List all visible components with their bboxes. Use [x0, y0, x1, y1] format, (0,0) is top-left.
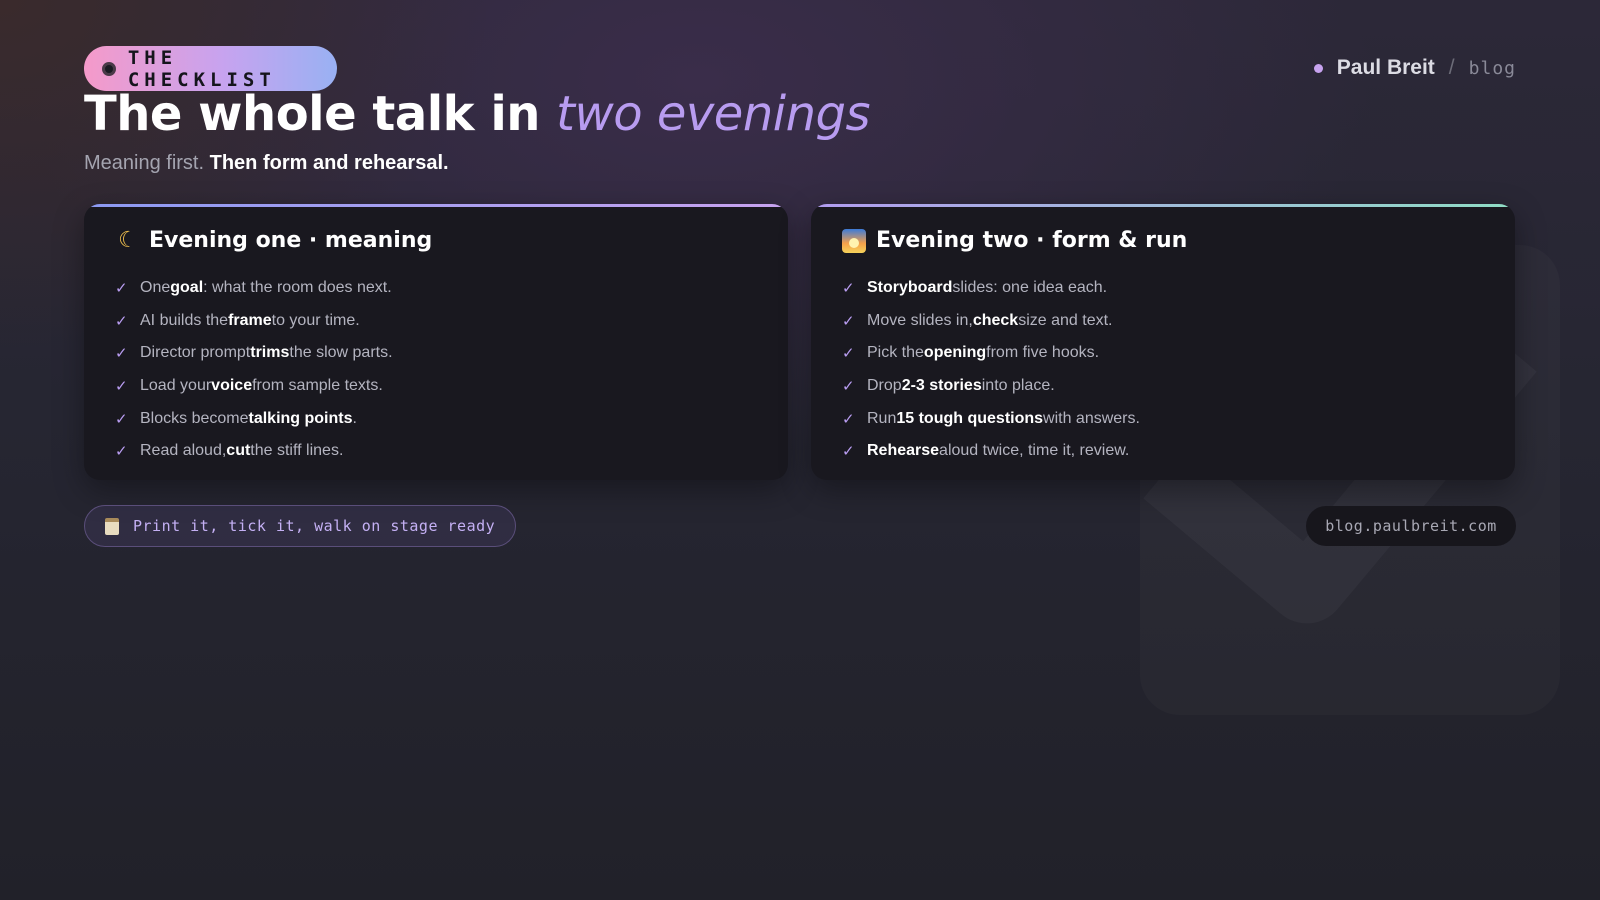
checklist-item: ✓ AI builds the frame to your time.: [115, 311, 360, 330]
check-icon: ✓: [842, 410, 855, 428]
checklist-tag: THE CHECKLIST: [84, 46, 337, 91]
check-icon: ✓: [842, 378, 855, 396]
check-icon: ✓: [115, 443, 128, 461]
title-accent: two evenings: [556, 86, 870, 142]
blog-url-link[interactable]: blog.paulbreit.com: [1306, 506, 1516, 546]
checklist-item: ✓ One goal: what the room does next.: [115, 279, 392, 298]
page-title: The whole talk in two evenings: [84, 86, 870, 142]
check-icon: ✓: [842, 280, 855, 298]
check-icon: ✓: [115, 410, 128, 428]
clipboard-icon: [105, 517, 119, 535]
brand-dot-icon: [1313, 63, 1323, 73]
tag-dot-icon: [102, 61, 116, 76]
check-icon: ✓: [115, 378, 128, 396]
brand-section: blog: [1468, 57, 1516, 79]
checklist-item: ✓ Drop 2-3 stories into place.: [842, 377, 1055, 396]
checklist: ✓ Storyboard slides: one idea each. ✓ Move…: [842, 272, 1140, 468]
card-evening-one: ☾ Evening one · meaning ✓ One goal: what …: [84, 204, 788, 480]
card-heading-text: Evening two · form & run: [876, 228, 1188, 253]
card-heading-text: Evening one · meaning: [149, 228, 433, 253]
checklist-item: ✓ Blocks become talking points.: [115, 409, 357, 428]
brand-separator: /: [1448, 56, 1455, 79]
check-icon: ✓: [842, 345, 855, 363]
checklist: ✓ One goal: what the room does next. ✓ AI …: [115, 272, 393, 468]
blog-url-text: blog.paulbreit.com: [1325, 517, 1497, 535]
subtitle-emphasis: Then form and rehearsal.: [209, 152, 449, 174]
check-icon: ✓: [842, 443, 855, 461]
check-icon: ✓: [115, 345, 128, 363]
check-icon: ✓: [115, 312, 128, 330]
check-icon: ✓: [842, 312, 855, 330]
tag-label: THE CHECKLIST: [127, 46, 276, 91]
sunrise-icon: [842, 228, 866, 253]
check-icon: ✓: [115, 280, 128, 298]
crescent-moon-icon: ☾: [118, 228, 138, 253]
print-note-text: Print it, tick it, walk on stage ready: [133, 517, 496, 535]
brand-name: Paul Breit: [1336, 56, 1435, 79]
checklist-item: ✓ Director prompt trims the slow parts.: [115, 344, 393, 363]
checklist-item: ✓ Load your voice from sample texts.: [115, 377, 383, 396]
print-note-pill: Print it, tick it, walk on stage ready: [84, 505, 516, 547]
title-main: The whole talk in: [84, 86, 557, 142]
checklist-item: ✓ Move slides in, check size and text.: [842, 311, 1113, 330]
card-heading: Evening two · form & run: [842, 228, 1187, 253]
checklist-item: ✓ Storyboard slides: one idea each.: [842, 279, 1108, 298]
card-heading: ☾ Evening one · meaning: [115, 228, 432, 253]
checklist-item: ✓ Run 15 tough questions with answers.: [842, 409, 1140, 428]
card-evening-two: Evening two · form & run ✓ Storyboard sli…: [811, 204, 1515, 480]
checklist-item: ✓ Rehearse aloud twice, time it, review.: [842, 442, 1130, 461]
checklist-item: ✓ Read aloud, cut the stiff lines.: [115, 442, 344, 461]
page-subtitle: Meaning first. Then form and rehearsal.: [84, 152, 449, 175]
checklist-item: ✓ Pick the opening from five hooks.: [842, 344, 1100, 363]
brand[interactable]: Paul Breit / blog: [1313, 56, 1516, 80]
subtitle-lead: Meaning first.: [84, 152, 210, 174]
